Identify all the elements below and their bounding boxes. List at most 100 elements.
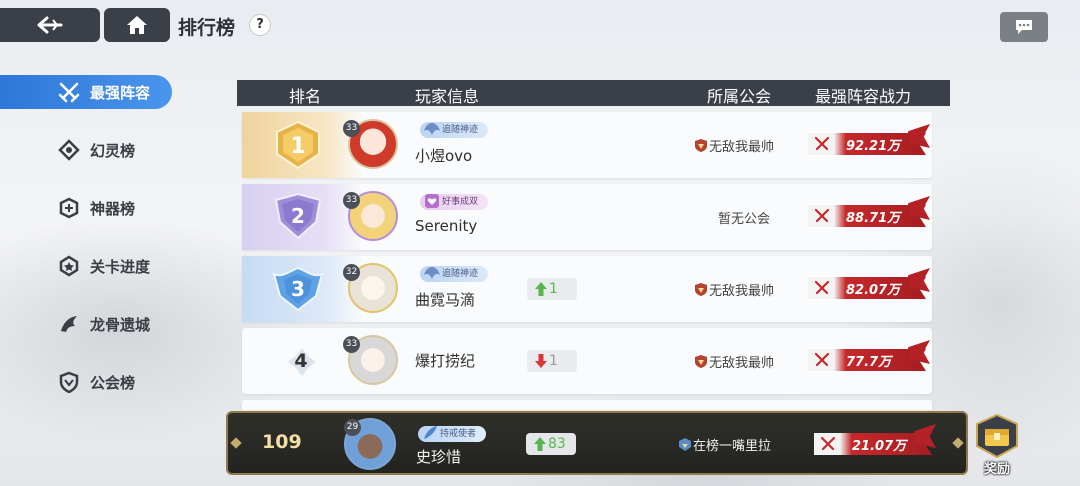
treasure-chest-icon — [976, 414, 1018, 458]
power-ribbon: 92.21万 — [808, 124, 930, 156]
wings-emblem-icon — [424, 267, 440, 279]
guild-name: 暂无公会 — [718, 208, 808, 227]
sidebar-item-label: 公会榜 — [90, 373, 136, 392]
home-icon — [127, 16, 147, 34]
my-rank-number: 109 — [262, 431, 302, 453]
wings-emblem-icon — [424, 123, 440, 135]
sidebar-item-artifact-rank[interactable]: 神器榜 — [0, 191, 180, 225]
table-row[interactable]: 1 33 追随神迹 小煜ovo 无敌我最帅 92.21万 — [242, 112, 932, 178]
level-badge: 33 — [343, 336, 360, 353]
crossed-swords-icon — [814, 280, 830, 295]
crossed-swords-icon — [814, 352, 830, 367]
player-name: 爆打捞纪 — [415, 352, 476, 370]
title-text: 好事成双 — [442, 197, 479, 207]
rank-number: 1 — [290, 134, 305, 159]
back-arrow-icon — [37, 16, 63, 34]
chat-button[interactable] — [1000, 12, 1048, 42]
guild-name: 无敌我最帅 — [694, 136, 784, 155]
reward-button[interactable]: 奖励 — [970, 414, 1024, 480]
power-value: 82.07万 — [846, 283, 901, 298]
sidebar-item-strongest-lineup[interactable]: 最强阵容 — [0, 75, 172, 109]
rank-number: 4 — [294, 350, 308, 372]
guild-text: 无敌我最帅 — [709, 356, 775, 371]
guild-emblem-icon — [695, 283, 707, 296]
arrow-down-icon — [535, 354, 547, 368]
level-badge: 29 — [344, 419, 361, 436]
power-ribbon: 77.7万 — [808, 340, 930, 372]
crossed-swords-icon — [58, 82, 80, 103]
sidebar-item-label: 关卡进度 — [90, 257, 151, 276]
title-text: 持戒使者 — [440, 429, 477, 439]
rank-number: 3 — [291, 277, 305, 301]
guild-text: 无敌我最帅 — [709, 140, 775, 155]
table-row[interactable] — [242, 400, 932, 410]
crossed-swords-icon — [814, 136, 830, 151]
player-name: 曲霓马滴 — [415, 291, 476, 309]
power-value: 88.71万 — [846, 211, 901, 226]
player-name: 小煜ovo — [415, 147, 473, 165]
table-header: 排名 玩家信息 所属公会 最强阵容战力 — [237, 80, 950, 106]
table-row[interactable]: 2 33 好事成双 Serenity 暂无公会 88.71万 — [242, 184, 932, 250]
my-player-name: 史珍惜 — [416, 448, 462, 466]
rank-change-value: 83 — [548, 436, 566, 452]
guild-emblem-icon — [695, 355, 707, 368]
table-row[interactable]: 4 33 爆打捞纪 1 无敌我最帅 77.7万 — [242, 328, 932, 394]
power-ribbon: 82.07万 — [808, 268, 930, 300]
guild-text: 无敌我最帅 — [709, 284, 775, 299]
rank-change-badge: 83 — [526, 433, 576, 455]
silver-rank-badge-icon: 2 — [274, 192, 322, 240]
reward-label: 奖励 — [983, 462, 1010, 477]
title-text: 追随神迹 — [442, 125, 479, 135]
power-ribbon: 88.71万 — [808, 196, 930, 228]
arrow-up-icon — [535, 282, 547, 296]
top-bar: 排行榜 ? — [0, 0, 1080, 52]
sidebar-item-stage-progress[interactable]: 关卡进度 — [0, 249, 180, 283]
diamond-ornament-icon — [230, 437, 242, 449]
guild-name: 无敌我最帅 — [694, 280, 784, 299]
guild-text: 在榜一嘴里拉 — [693, 439, 772, 454]
heart-emblem-icon — [425, 194, 439, 208]
crossed-swords-icon — [820, 436, 836, 451]
title-badge: 追随神迹 — [420, 266, 489, 282]
header-player-info: 玩家信息 — [415, 87, 480, 106]
sidebar-item-spirit-rank[interactable]: 幻灵榜 — [0, 133, 180, 167]
level-badge: 32 — [343, 264, 360, 281]
table-row[interactable]: 3 32 追随神迹 曲霓马滴 1 无敌我最帅 82.07万 — [242, 256, 932, 322]
title-text: 追随神迹 — [442, 269, 479, 279]
sidebar-item-label: 幻灵榜 — [90, 141, 136, 160]
chat-bubble-icon — [1016, 20, 1032, 34]
title-badge: 追随神迹 — [420, 122, 489, 138]
sidebar-item-guild-rank[interactable]: 公会榜 — [0, 365, 180, 399]
power-value: 92.21万 — [846, 139, 901, 154]
sidebar-item-label: 龙骨遗城 — [90, 315, 151, 334]
player-name: Serenity — [415, 217, 478, 235]
page-title: 排行榜 — [178, 17, 236, 39]
my-ranking-bar: 109 29 持戒使者 史珍惜 83 在榜一嘴里拉 21.07万 — [226, 411, 968, 475]
power-value: 21.07万 — [852, 439, 907, 454]
feather-emblem-icon — [424, 426, 437, 439]
help-button[interactable]: ? — [249, 14, 271, 36]
guild-name: 无敌我最帅 — [694, 352, 784, 371]
sidebar-item-label: 最强阵容 — [90, 83, 151, 102]
stage-icon — [59, 255, 79, 277]
guild-emblem-icon — [679, 438, 691, 451]
header-guild: 所属公会 — [707, 87, 772, 106]
back-button[interactable] — [0, 8, 100, 42]
diamond-ornament-icon — [952, 437, 964, 449]
artifact-icon — [59, 197, 79, 219]
rank-number: 2 — [291, 204, 305, 228]
ranking-list: 1 33 追随神迹 小煜ovo 无敌我最帅 92.21万 2 33 好事成双 S… — [237, 106, 937, 410]
header-rank: 排名 — [289, 87, 322, 106]
sidebar-item-dragon-ruins[interactable]: 龙骨遗城 — [0, 307, 180, 341]
crossed-swords-icon — [814, 208, 830, 223]
title-badge: 好事成双 — [420, 194, 489, 210]
power-value: 77.7万 — [846, 355, 892, 370]
level-badge: 33 — [343, 192, 360, 209]
level-badge: 33 — [343, 120, 360, 137]
rank-change-value: 1 — [549, 353, 558, 369]
gold-rank-badge-icon: 1 — [276, 120, 320, 170]
sidebar-item-label: 神器榜 — [90, 199, 136, 218]
rank-change-badge: 1 — [527, 350, 577, 372]
power-ribbon: 21.07万 — [814, 424, 936, 456]
home-button[interactable] — [104, 8, 170, 42]
